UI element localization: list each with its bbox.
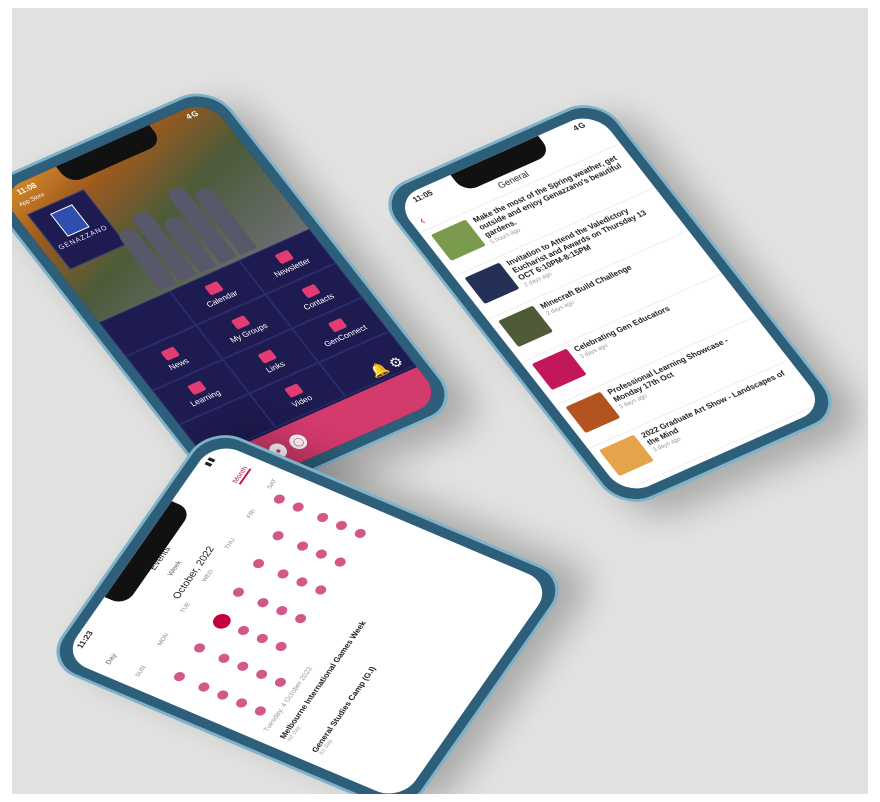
- calendar-day[interactable]: [231, 585, 247, 598]
- calendar-day[interactable]: [314, 547, 330, 560]
- calendar-day[interactable]: [272, 676, 288, 689]
- calendar-day[interactable]: [273, 640, 289, 653]
- calendar-day[interactable]: [171, 670, 188, 683]
- calendar-day[interactable]: [235, 660, 251, 673]
- calendar-day[interactable]: [314, 511, 331, 524]
- calendar-screen: 11:23 ▮▮ Events Day Week Month October, …: [62, 440, 553, 794]
- calendar-day[interactable]: [234, 696, 250, 709]
- calendar-day[interactable]: [293, 612, 309, 625]
- calendar-day[interactable]: [332, 555, 348, 568]
- calendar-day[interactable]: [270, 529, 286, 542]
- calendar-day[interactable]: [313, 583, 329, 597]
- web-icon[interactable]: ◯: [285, 432, 311, 452]
- calendar-day[interactable]: [333, 519, 349, 532]
- calendar-day[interactable]: [255, 596, 271, 609]
- mockup-scene: 11:08 4G App Store GENAZZANO Calendar Ne…: [12, 8, 868, 794]
- calendar-day[interactable]: [252, 704, 269, 717]
- calendar-day[interactable]: [352, 527, 368, 540]
- back-chevron-icon[interactable]: ‹: [414, 211, 430, 229]
- calendar-day[interactable]: [295, 539, 311, 552]
- calendar-day[interactable]: [274, 604, 290, 617]
- calendar-day[interactable]: [254, 632, 270, 645]
- calendar-day[interactable]: [196, 680, 212, 693]
- phone-news-feed: 11:05 4G ‹ General Make the most of the …: [373, 94, 847, 513]
- calendar-day[interactable]: [191, 642, 207, 655]
- calendar-day[interactable]: [275, 567, 291, 581]
- calendar-day[interactable]: [216, 652, 232, 665]
- calendar-day[interactable]: [250, 557, 267, 570]
- crest-icon: [50, 204, 90, 237]
- calendar-day[interactable]: [215, 688, 231, 701]
- calendar-day[interactable]: [290, 501, 306, 514]
- phone-calendar: 11:23 ▮▮ Events Day Week Month October, …: [42, 424, 573, 794]
- calendar-day[interactable]: [294, 575, 310, 589]
- calendar-day[interactable]: [235, 624, 252, 637]
- calendar-day-selected[interactable]: [209, 611, 234, 631]
- calendar-day[interactable]: [253, 668, 269, 681]
- calendar-day[interactable]: [271, 493, 287, 506]
- news-screen: 11:05 4G ‹ General Make the most of the …: [393, 110, 827, 497]
